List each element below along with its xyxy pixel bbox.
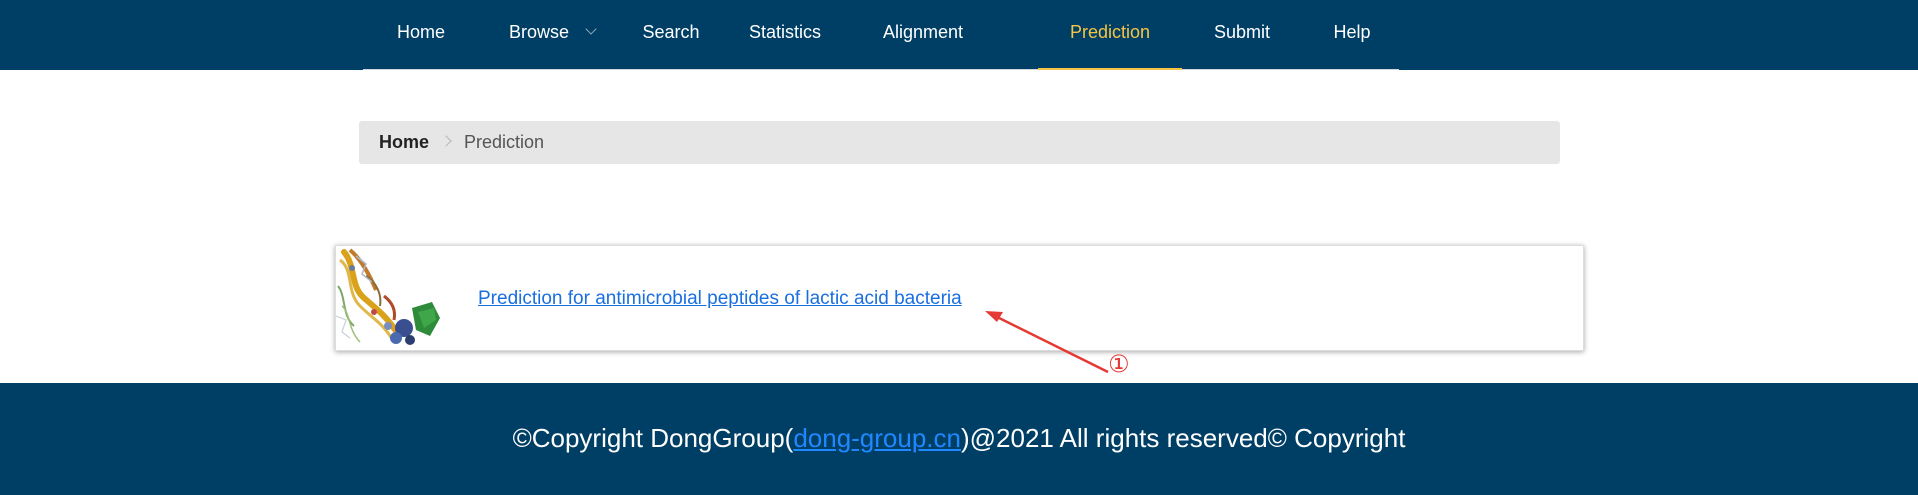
annotation-marker: ① [1108,350,1130,378]
nav-alignment[interactable]: Alignment [853,0,993,70]
footer-suffix: )@2021 All rights reserved© Copyright [961,423,1406,453]
footer: ©Copyright DongGroup(dong-group.cn)@2021… [0,383,1918,495]
footer-copyright: ©Copyright DongGroup(dong-group.cn)@2021… [0,423,1918,454]
chevron-right-icon [440,135,452,147]
protein-structure-thumbnail [336,246,448,350]
nav-submit[interactable]: Submit [1182,0,1302,70]
top-navbar: Home Browse Search Statistics Alignment … [0,0,1918,70]
nav-browse[interactable]: Browse [479,0,625,70]
nav-menu: Home Browse Search Statistics Alignment … [363,0,1399,70]
prediction-link[interactable]: Prediction for antimicrobial peptides of… [478,288,962,310]
nav-help[interactable]: Help [1302,0,1402,70]
footer-prefix: ©Copyright DongGroup( [512,423,794,453]
prediction-card: Prediction for antimicrobial peptides of… [335,245,1584,351]
nav-browse-label: Browse [508,22,570,42]
nav-home[interactable]: Home [363,0,479,70]
nav-prediction[interactable]: Prediction [1038,0,1182,70]
chevron-down-icon [585,23,597,35]
breadcrumb-home[interactable]: Home [379,121,429,164]
nav-search[interactable]: Search [625,0,717,70]
breadcrumb-current: Prediction [464,132,545,152]
footer-site-link[interactable]: dong-group.cn [793,423,961,453]
nav-statistics[interactable]: Statistics [717,0,853,70]
breadcrumb: Home Prediction [359,121,1560,164]
